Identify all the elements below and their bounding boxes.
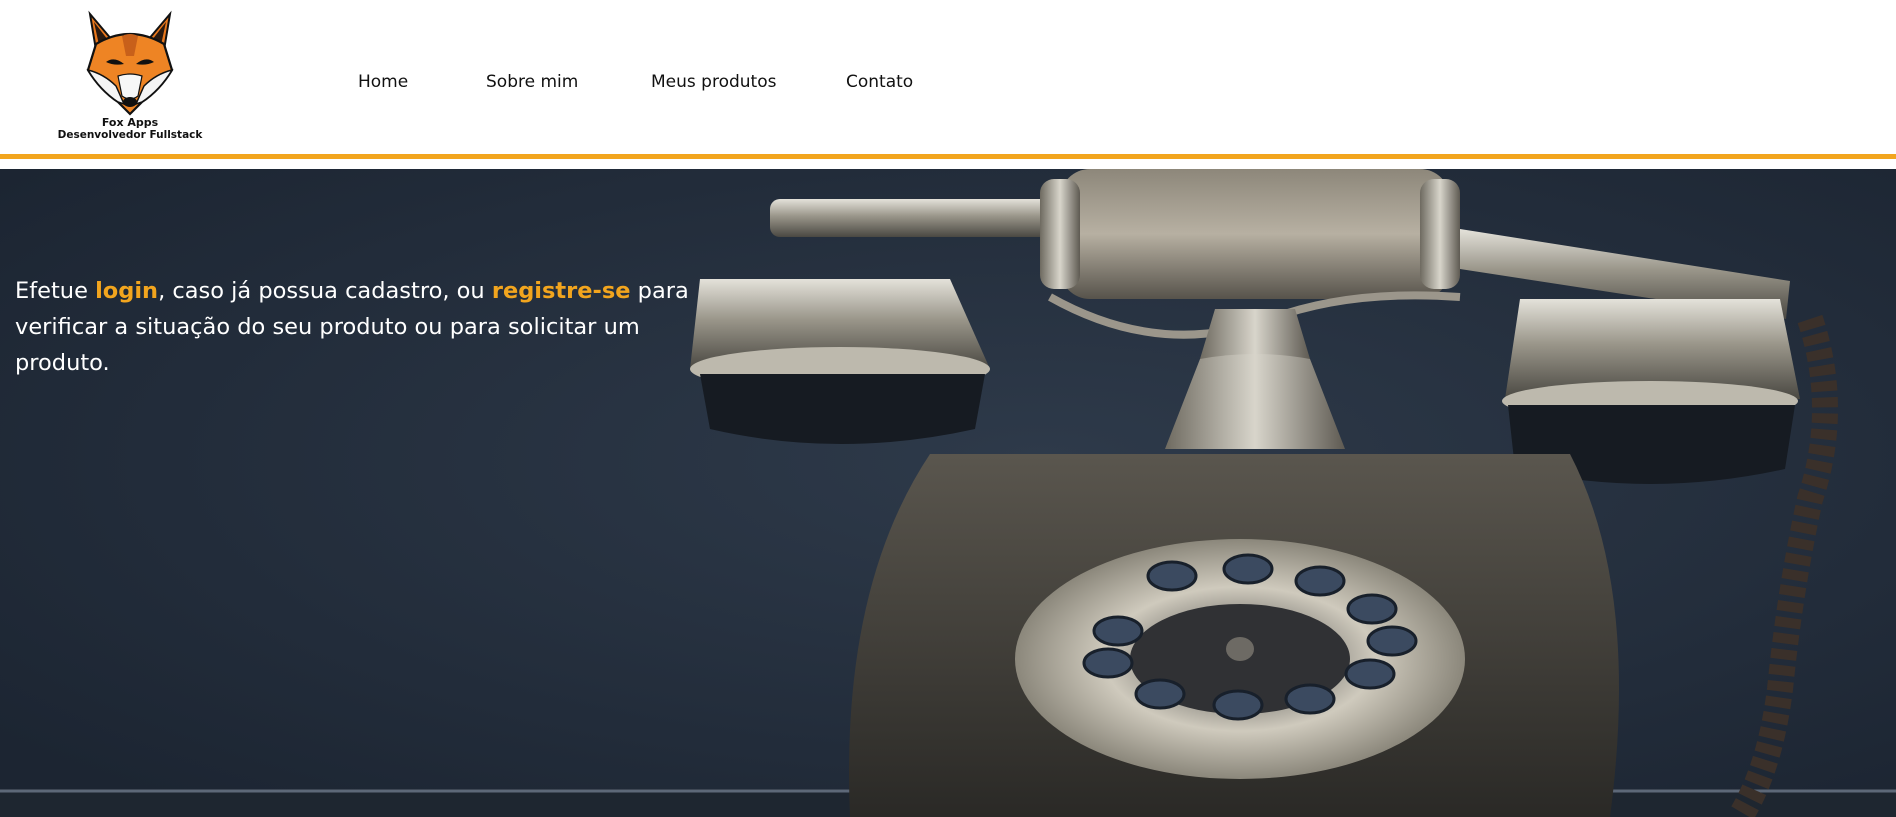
site-header: Fox Apps Desenvolvedor Fullstack Home So… bbox=[0, 0, 1896, 155]
nav-link-home[interactable]: Home bbox=[358, 72, 408, 92]
nav-link-contato[interactable]: Contato bbox=[846, 72, 913, 92]
hero-message: Efetue login, caso já possua cadastro, o… bbox=[15, 273, 735, 381]
hero-text-part1: Efetue bbox=[15, 278, 96, 304]
brand-name: Fox Apps bbox=[101, 116, 159, 129]
telephone-background-image bbox=[0, 169, 1896, 817]
login-link[interactable]: login bbox=[95, 278, 158, 304]
hero-section: Efetue login, caso já possua cadastro, o… bbox=[0, 169, 1896, 817]
nav-link-meus-produtos[interactable]: Meus produtos bbox=[651, 72, 776, 92]
fox-head-icon bbox=[86, 10, 174, 116]
hero-text-part2: , caso já possua cadastro, ou bbox=[158, 278, 492, 304]
brand-subtitle: Desenvolvedor Fullstack bbox=[57, 129, 203, 141]
header-spacer bbox=[0, 159, 1896, 169]
brand-logo[interactable]: Fox Apps Desenvolvedor Fullstack bbox=[52, 10, 208, 142]
nav-link-sobre-mim[interactable]: Sobre mim bbox=[486, 72, 578, 92]
register-link[interactable]: registre-se bbox=[492, 278, 631, 304]
